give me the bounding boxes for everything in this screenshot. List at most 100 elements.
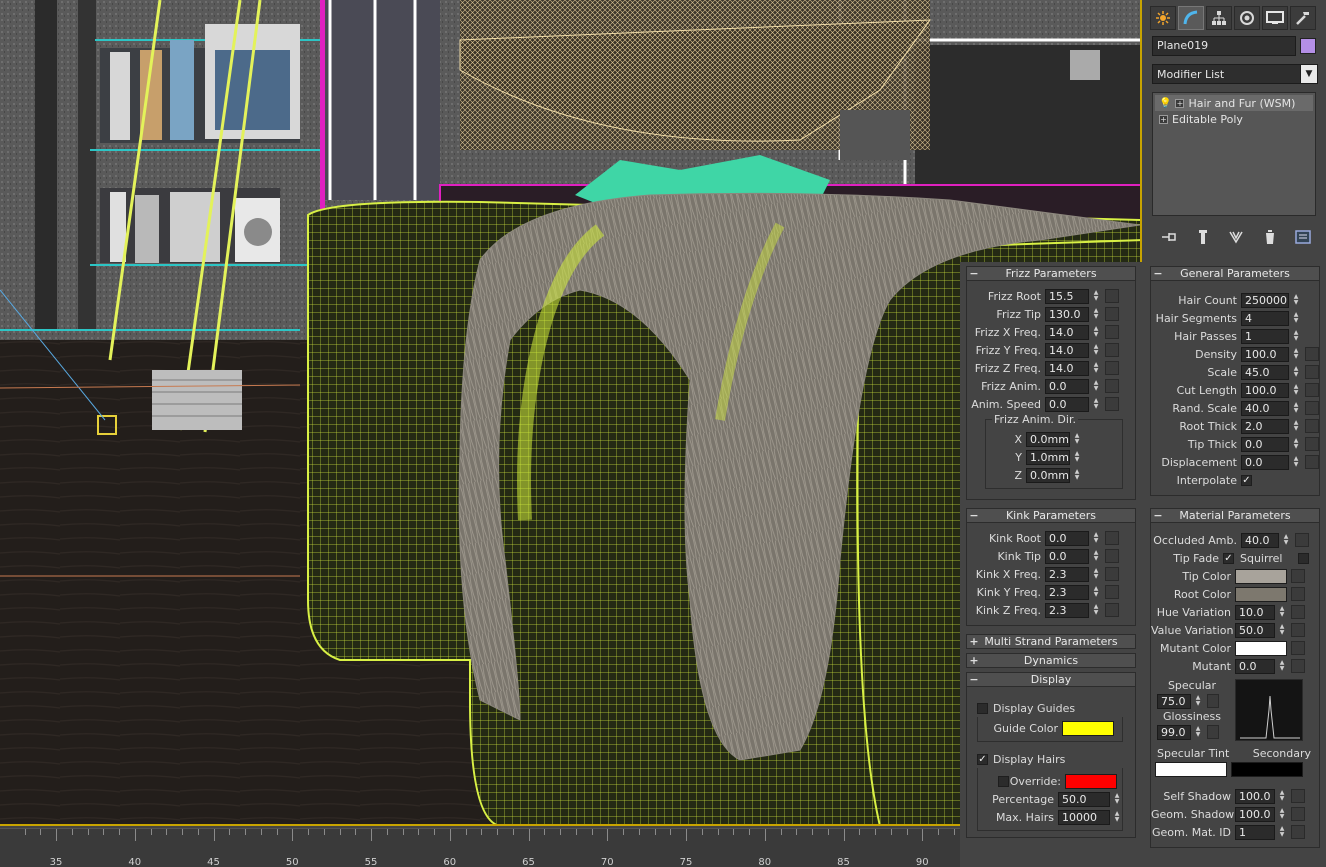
tip-fade-checkbox[interactable]: ✓ xyxy=(1223,552,1234,564)
map-button[interactable] xyxy=(1291,605,1305,619)
modify-icon[interactable] xyxy=(1178,6,1204,30)
spinner-arrows-icon[interactable]: ▲ ▼ xyxy=(1291,347,1301,362)
map-button[interactable] xyxy=(1291,587,1305,601)
kink-tip-value[interactable]: 0.0 xyxy=(1045,548,1089,564)
collapse-icon[interactable]: − xyxy=(1151,509,1165,522)
map-button[interactable] xyxy=(1105,531,1119,545)
map-button[interactable] xyxy=(1105,567,1119,581)
hue-variation-spinner[interactable]: 10.0 ▲ ▼ xyxy=(1235,604,1287,620)
root-thick-spinner[interactable]: 2.0 ▲ ▼ xyxy=(1241,418,1301,434)
frizz-x-freq-spinner[interactable]: 14.0 ▲ ▼ xyxy=(1045,324,1101,340)
spinner-arrows-icon[interactable]: ▲ ▼ xyxy=(1281,533,1291,548)
map-button[interactable] xyxy=(1305,437,1319,451)
show-end-result-icon[interactable] xyxy=(1192,228,1214,246)
hair-count-value[interactable]: 250000 xyxy=(1241,292,1289,308)
frizz-y-freq-value[interactable]: 14.0 xyxy=(1045,342,1089,358)
anim-speed-spinner[interactable]: 0.0 ▲ ▼ xyxy=(1045,396,1101,412)
frizz-tip-spinner[interactable]: 130.0 ▲ ▼ xyxy=(1045,306,1101,322)
max-hairs-value[interactable]: 10000 xyxy=(1058,809,1110,825)
anim-dir-z-spinner[interactable]: 0.0mm ▲ ▼ xyxy=(1026,467,1082,483)
map-button[interactable] xyxy=(1105,603,1119,617)
anim-dir-y-spinner[interactable]: 1.0mm ▲ ▼ xyxy=(1026,449,1082,465)
object-name-field[interactable]: Plane019 xyxy=(1152,36,1296,56)
map-button[interactable] xyxy=(1305,419,1319,433)
spinner-arrows-icon[interactable]: ▲ ▼ xyxy=(1091,603,1101,618)
specular-spinner[interactable]: 75.0 ▲ ▼ xyxy=(1157,693,1203,709)
collapse-icon[interactable]: − xyxy=(967,673,981,686)
cut-length-spinner[interactable]: 100.0 ▲ ▼ xyxy=(1241,382,1301,398)
occluded-amb-value[interactable]: 40.0 xyxy=(1241,532,1279,548)
max-hairs-spinner[interactable]: 10000 ▲ ▼ xyxy=(1058,809,1122,825)
utilities-icon[interactable] xyxy=(1290,6,1316,30)
frizz-parameters-header[interactable]: − Frizz Parameters xyxy=(966,266,1136,281)
spinner-arrows-icon[interactable]: ▲ ▼ xyxy=(1091,549,1101,564)
spinner-arrows-icon[interactable]: ▲ ▼ xyxy=(1091,289,1101,304)
root-color-swatch[interactable] xyxy=(1235,586,1287,602)
spinner-arrows-icon[interactable]: ▲ ▼ xyxy=(1193,725,1203,740)
self-shadow-spinner[interactable]: 100.0 ▲ ▼ xyxy=(1235,788,1287,804)
material-parameters-header[interactable]: − Material Parameters xyxy=(1150,508,1320,523)
frizz-tip-value[interactable]: 130.0 xyxy=(1045,306,1089,322)
hierarchy-icon[interactable] xyxy=(1206,6,1232,30)
kink-root-spinner[interactable]: 0.0 ▲ ▼ xyxy=(1045,530,1101,546)
spinner-arrows-icon[interactable]: ▲ ▼ xyxy=(1277,825,1287,840)
self-shadow-value[interactable]: 100.0 xyxy=(1235,788,1275,804)
display-header[interactable]: − Display xyxy=(966,672,1136,687)
anim-dir-x-value[interactable]: 0.0mm xyxy=(1026,431,1070,447)
expand-icon[interactable]: + xyxy=(967,654,981,667)
value-variation-spinner[interactable]: 50.0 ▲ ▼ xyxy=(1235,622,1287,638)
hair-passes-value[interactable]: 1 xyxy=(1241,328,1289,344)
root-thick-value[interactable]: 2.0 xyxy=(1241,418,1289,434)
displacement-value[interactable]: 0.0 xyxy=(1241,454,1289,470)
spinner-arrows-icon[interactable]: ▲ ▼ xyxy=(1091,585,1101,600)
anim-dir-y-value[interactable]: 1.0mm xyxy=(1026,449,1070,465)
mutant-spinner[interactable]: 0.0 ▲ ▼ xyxy=(1235,658,1287,674)
kink-y-freq-spinner[interactable]: 2.3 ▲ ▼ xyxy=(1045,584,1101,600)
map-button[interactable] xyxy=(1291,641,1305,655)
spinner-arrows-icon[interactable]: ▲ ▼ xyxy=(1091,307,1101,322)
spinner-arrows-icon[interactable]: ▲ ▼ xyxy=(1091,325,1101,340)
spinner-arrows-icon[interactable]: ▲ ▼ xyxy=(1277,807,1287,822)
rand-scale-spinner[interactable]: 40.0 ▲ ▼ xyxy=(1241,400,1301,416)
geom-shadow-value[interactable]: 100.0 xyxy=(1235,806,1275,822)
stack-item-editable-poly[interactable]: + Editable Poly xyxy=(1155,111,1313,127)
map-button[interactable] xyxy=(1105,585,1119,599)
spinner-arrows-icon[interactable]: ▲ ▼ xyxy=(1091,361,1101,376)
mutant-value[interactable]: 0.0 xyxy=(1235,658,1275,674)
rollout-column-right[interactable]: − General Parameters Hair Count 250000 ▲ ▼ H… xyxy=(1144,262,1326,867)
scale-spinner[interactable]: 45.0 ▲ ▼ xyxy=(1241,364,1301,380)
map-button[interactable] xyxy=(1207,725,1219,739)
spinner-arrows-icon[interactable]: ▲ ▼ xyxy=(1091,379,1101,394)
collapse-icon[interactable]: − xyxy=(967,267,981,280)
spinner-arrows-icon[interactable]: ▲ ▼ xyxy=(1291,365,1301,380)
kink-root-value[interactable]: 0.0 xyxy=(1045,530,1089,546)
kink-z-freq-spinner[interactable]: 2.3 ▲ ▼ xyxy=(1045,602,1101,618)
glossiness-value[interactable]: 99.0 xyxy=(1157,724,1191,740)
secondary-color-swatch[interactable] xyxy=(1231,762,1303,777)
squirrel-checkbox[interactable] xyxy=(1298,552,1309,564)
spinner-arrows-icon[interactable]: ▲ ▼ xyxy=(1112,810,1122,825)
collapse-icon[interactable]: − xyxy=(1151,267,1165,280)
frizz-z-freq-spinner[interactable]: 14.0 ▲ ▼ xyxy=(1045,360,1101,376)
display-guides-checkbox[interactable] xyxy=(977,702,988,714)
spinner-arrows-icon[interactable]: ▲ ▼ xyxy=(1277,659,1287,674)
rand-scale-value[interactable]: 40.0 xyxy=(1241,400,1289,416)
map-button[interactable] xyxy=(1207,694,1219,708)
tip-thick-spinner[interactable]: 0.0 ▲ ▼ xyxy=(1241,436,1301,452)
spinner-arrows-icon[interactable]: ▲ ▼ xyxy=(1277,605,1287,620)
kink-z-freq-value[interactable]: 2.3 xyxy=(1045,602,1089,618)
kink-tip-spinner[interactable]: 0.0 ▲ ▼ xyxy=(1045,548,1101,564)
multi-strand-parameters-header[interactable]: + Multi Strand Parameters xyxy=(966,634,1136,649)
cut-length-value[interactable]: 100.0 xyxy=(1241,382,1289,398)
geom-mat-id-value[interactable]: 1 xyxy=(1235,824,1275,840)
frizz-anim-spinner[interactable]: 0.0 ▲ ▼ xyxy=(1045,378,1101,394)
percentage-spinner[interactable]: 50.0 ▲ ▼ xyxy=(1058,791,1122,807)
geom-mat-id-spinner[interactable]: 1 ▲ ▼ xyxy=(1235,824,1287,840)
anim-dir-z-value[interactable]: 0.0mm xyxy=(1026,467,1070,483)
object-color-swatch[interactable] xyxy=(1300,38,1316,54)
map-button[interactable] xyxy=(1291,789,1305,803)
map-button[interactable] xyxy=(1105,397,1119,411)
value-variation-value[interactable]: 50.0 xyxy=(1235,622,1275,638)
map-button[interactable] xyxy=(1305,383,1319,397)
create-icon[interactable] xyxy=(1150,6,1176,30)
